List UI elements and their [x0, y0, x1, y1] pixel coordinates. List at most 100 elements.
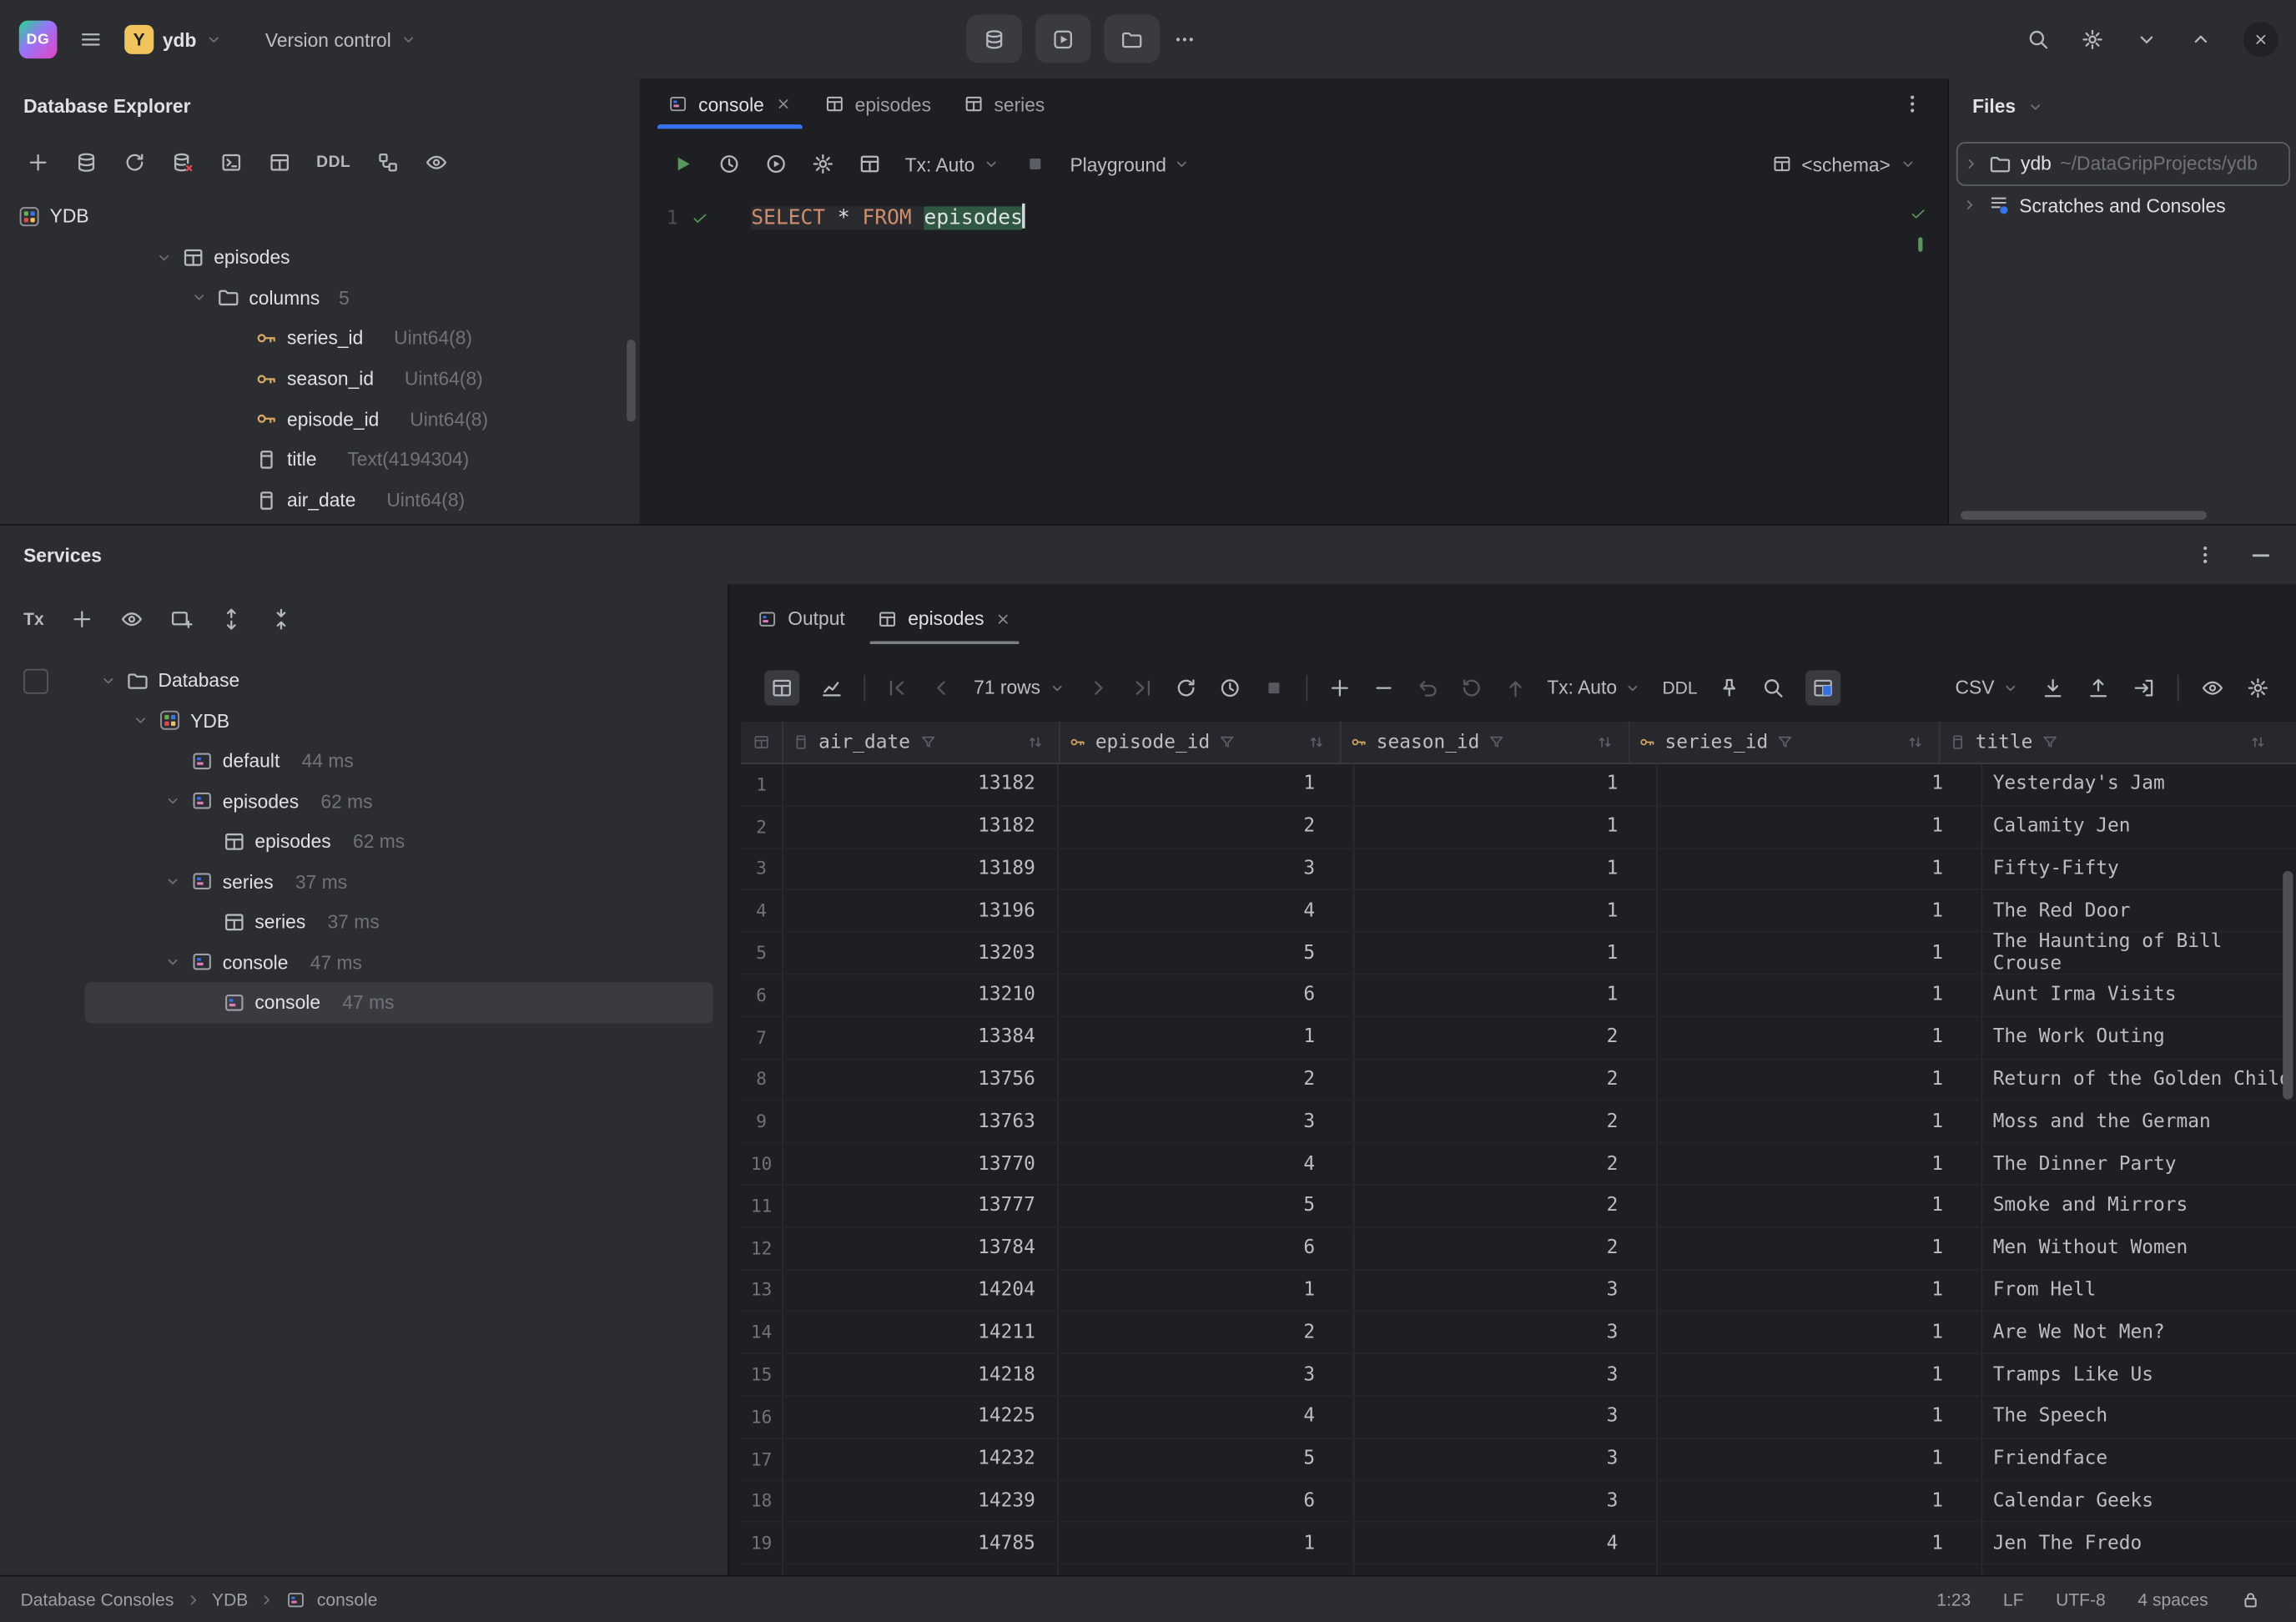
caret-position-widget[interactable]: 1:23	[1936, 1589, 1971, 1610]
cell-episode_id[interactable]: 6	[1059, 1228, 1355, 1269]
add-service-button[interactable]	[70, 607, 93, 630]
cell-title[interactable]: Aunt Irma Visits	[1982, 975, 2296, 1015]
cell-title[interactable]: The Speech	[1982, 1397, 2296, 1438]
cell-season_id[interactable]: 1	[1354, 764, 1657, 805]
row-number[interactable]: 15	[741, 1354, 783, 1395]
cell-episode_id[interactable]: 6	[1059, 975, 1355, 1015]
editor-tab-series[interactable]: series	[947, 79, 1060, 129]
run-configuration-button[interactable]	[764, 152, 788, 175]
editor-tab-episodes[interactable]: episodes	[808, 79, 947, 129]
pin-tab-button[interactable]	[1718, 676, 1741, 699]
cell-title[interactable]: Men Without Women	[1982, 1228, 2296, 1269]
previous-page-button[interactable]	[929, 676, 953, 699]
files-item-ydb[interactable]: ydb~/DataGripProjects/ydb	[1956, 142, 2290, 185]
project-selector[interactable]: Y ydb	[124, 25, 223, 54]
rollback-button[interactable]	[1459, 676, 1483, 699]
files-item-Scratches and Consoles[interactable]: Scratches and Consoles	[1949, 185, 2296, 225]
cell-episode_id[interactable]: 4	[1059, 1144, 1355, 1185]
cell-season_id[interactable]: 1	[1354, 933, 1657, 974]
cell-title[interactable]: Are We Not Men?	[1982, 1312, 2296, 1353]
db-tree-item-episodes[interactable]: episodes	[0, 237, 640, 278]
cell-series_id[interactable]: 1	[1658, 890, 1983, 931]
cell-series_id[interactable]: 1	[1658, 1438, 1983, 1479]
db-tree-item-episode_id[interactable]: episode_idUint64(8)	[0, 399, 640, 440]
search-button[interactable]	[2027, 28, 2050, 51]
line-ending-widget[interactable]: LF	[2003, 1589, 2024, 1610]
cell-title[interactable]: Fifty-Fifty	[1982, 849, 2296, 889]
files-horizontal-scrollbar[interactable]	[1961, 511, 2207, 520]
cell-title[interactable]: Calamity Jen	[1982, 806, 2296, 847]
cell-air_date[interactable]: 13784	[783, 1228, 1059, 1269]
row-number[interactable]: 2	[741, 806, 783, 847]
breadcrumb-console[interactable]: console	[317, 1589, 378, 1610]
cell-title[interactable]: Tramps Like Us	[1982, 1354, 2296, 1395]
next-page-button[interactable]	[1085, 676, 1109, 699]
cell-series_id[interactable]: 1	[1658, 1186, 1983, 1227]
column-header-season_id[interactable]: season_id	[1342, 722, 1630, 763]
cell-air_date[interactable]: 13770	[783, 1144, 1059, 1185]
collapse-toolbar-button[interactable]	[2135, 28, 2158, 51]
view-options-button[interactable]	[2201, 676, 2224, 699]
cell-season_id[interactable]: 3	[1354, 1312, 1657, 1353]
cell-episode_id[interactable]: 4	[1059, 890, 1355, 931]
cell-episode_id[interactable]: 1	[1059, 1270, 1355, 1311]
cell-series_id[interactable]: 1	[1658, 849, 1983, 889]
row-number[interactable]: 6	[741, 975, 783, 1015]
cell-series_id[interactable]: 1	[1658, 806, 1983, 847]
cell-episode_id[interactable]: 2	[1059, 806, 1355, 847]
cell-title[interactable]: Smoke and Mirrors	[1982, 1186, 2296, 1227]
cell-season_id[interactable]: 3	[1354, 1397, 1657, 1438]
cell-season_id[interactable]: 3	[1354, 1438, 1657, 1479]
service-item-episodes[interactable]: episodes62 ms	[0, 821, 728, 861]
cell-air_date[interactable]: 14232	[783, 1438, 1059, 1479]
service-item-Database[interactable]: Database	[0, 660, 728, 700]
show-services-button[interactable]	[120, 607, 144, 630]
tx-mode-selector[interactable]: Tx: Auto	[905, 153, 1000, 174]
add-row-button[interactable]	[1327, 676, 1351, 699]
editor-body[interactable]: 1 SELECT * FROM episodes	[640, 199, 1947, 238]
column-header-title[interactable]: title	[1941, 722, 2296, 763]
row-number[interactable]: 11	[741, 1186, 783, 1227]
cell-air_date[interactable]: 13182	[783, 806, 1059, 847]
results-tab-Output[interactable]: Output	[741, 584, 861, 652]
cell-air_date[interactable]: 13210	[783, 975, 1059, 1015]
stop-button[interactable]	[1261, 676, 1285, 699]
cell-episode_id[interactable]: 1	[1059, 764, 1355, 805]
cell-episode_id[interactable]: 5	[1059, 1438, 1355, 1479]
service-item-YDB[interactable]: YDB	[0, 701, 728, 741]
table-view-button[interactable]	[858, 152, 881, 175]
version-control-menu[interactable]: Version control	[265, 28, 418, 50]
cell-air_date[interactable]: 14785	[783, 1523, 1059, 1564]
hide-panel-button[interactable]	[2249, 543, 2273, 567]
cell-air_date[interactable]: 13196	[783, 890, 1059, 931]
cell-air_date[interactable]: 14211	[783, 1312, 1059, 1353]
data-source-properties-button[interactable]	[75, 151, 98, 174]
db-tree-item-title[interactable]: titleText(4194304)	[0, 440, 640, 481]
cell-air_date[interactable]: 13756	[783, 1060, 1059, 1101]
row-number[interactable]: 9	[741, 1101, 783, 1142]
cell-air_date[interactable]: 13203	[783, 933, 1059, 974]
chart-view-button[interactable]	[820, 676, 843, 699]
add-data-source-button[interactable]	[27, 151, 50, 174]
cell-series_id[interactable]: 1	[1658, 764, 1983, 805]
row-number[interactable]: 16	[741, 1397, 783, 1438]
cell-episode_id[interactable]: 3	[1059, 1101, 1355, 1142]
readonly-lock-button[interactable]	[2240, 1589, 2261, 1610]
cell-title[interactable]: Jen The Fredo	[1982, 1523, 2296, 1564]
row-number[interactable]: 18	[741, 1481, 783, 1522]
cell-series_id[interactable]: 1	[1658, 1060, 1983, 1101]
column-header-series_id[interactable]: series_id	[1629, 722, 1940, 763]
service-item-series[interactable]: series37 ms	[0, 862, 728, 902]
row-number[interactable]: 4	[741, 890, 783, 931]
tx-mode-selector[interactable]: Tx: Auto	[1547, 677, 1642, 698]
sql-code-line[interactable]: SELECT * FROM episodes	[751, 199, 1025, 238]
jump-to-console-button[interactable]	[219, 151, 243, 174]
tx-toggle-button[interactable]: Tx	[23, 608, 44, 629]
console-settings-button[interactable]	[811, 152, 834, 175]
flat-view-checkbox[interactable]	[23, 669, 48, 694]
cell-season_id[interactable]: 4	[1354, 1523, 1657, 1564]
page-size-selector[interactable]: 71 rows	[974, 677, 1065, 698]
cell-series_id[interactable]: 1	[1658, 1228, 1983, 1269]
cell-season_id[interactable]: 1	[1354, 849, 1657, 889]
collapse-all-button[interactable]	[269, 607, 293, 630]
